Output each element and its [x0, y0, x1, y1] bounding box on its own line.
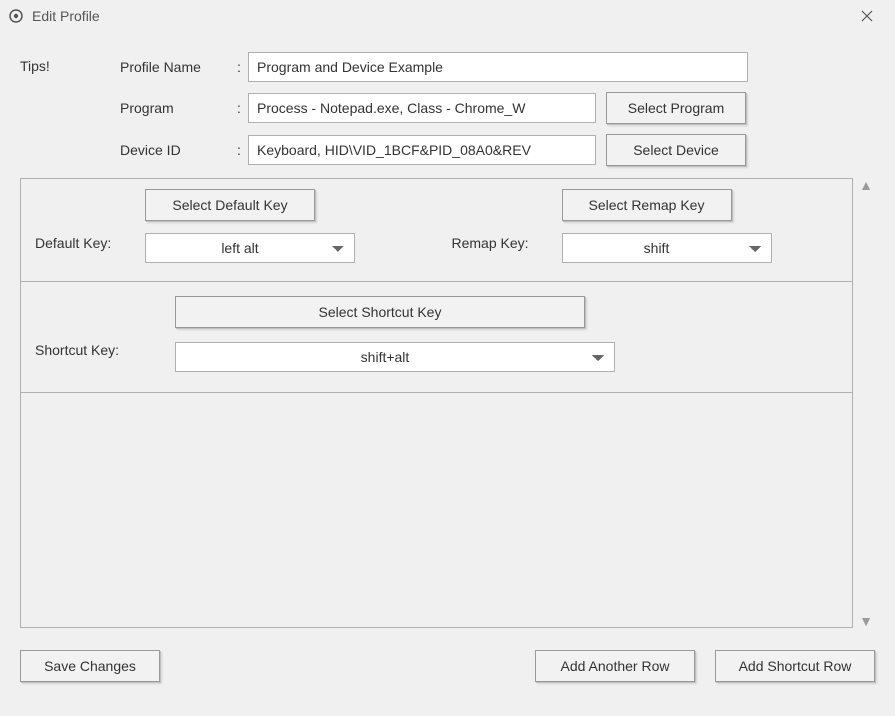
colon: :	[230, 142, 248, 158]
profile-name-input[interactable]	[248, 52, 748, 82]
form-top: Profile Name : Program : Select Program …	[120, 52, 875, 166]
key-row: Default Key: Select Default Key left alt…	[21, 179, 852, 282]
shortcut-row: Shortcut Key: Select Shortcut Key shift+…	[21, 282, 852, 393]
select-default-key-button[interactable]: Select Default Key	[145, 189, 315, 221]
device-id-input[interactable]	[248, 135, 596, 165]
default-key-col: Default Key: Select Default Key left alt	[35, 189, 422, 263]
rows-panel: Default Key: Select Default Key left alt…	[20, 178, 853, 628]
app-icon	[8, 8, 24, 24]
rows-panel-wrap: Default Key: Select Default Key left alt…	[20, 178, 875, 628]
add-another-row-button[interactable]: Add Another Row	[535, 650, 695, 682]
colon: :	[230, 100, 248, 116]
scroll-down-icon[interactable]: ▼	[859, 614, 873, 628]
add-shortcut-row-button[interactable]: Add Shortcut Row	[715, 650, 875, 682]
default-key-label: Default Key:	[35, 201, 145, 251]
select-remap-key-button[interactable]: Select Remap Key	[562, 189, 732, 221]
select-shortcut-key-button[interactable]: Select Shortcut Key	[175, 296, 585, 328]
tips-link[interactable]: Tips!	[20, 58, 50, 74]
profile-name-label: Profile Name	[120, 59, 230, 75]
bottom-bar: Save Changes Add Another Row Add Shortcu…	[20, 650, 875, 682]
scroll-up-icon[interactable]: ▲	[859, 178, 873, 192]
row-profile-name: Profile Name :	[120, 52, 875, 82]
scroll-indicator: ▲ ▼	[853, 178, 875, 628]
remap-key-col: Remap Key: Select Remap Key shift	[452, 189, 839, 263]
colon: :	[230, 59, 248, 75]
device-id-label: Device ID	[120, 142, 230, 158]
row-program: Program : Select Program	[120, 92, 875, 124]
remap-key-label: Remap Key:	[452, 201, 562, 251]
program-label: Program	[120, 100, 230, 116]
select-program-button[interactable]: Select Program	[606, 92, 746, 124]
shortcut-key-label: Shortcut Key:	[35, 310, 175, 358]
program-input[interactable]	[248, 93, 596, 123]
remap-key-select[interactable]: shift	[562, 233, 772, 263]
window-title: Edit Profile	[32, 8, 847, 24]
select-device-button[interactable]: Select Device	[606, 134, 746, 166]
close-button[interactable]	[847, 0, 887, 32]
save-changes-button[interactable]: Save Changes	[20, 650, 160, 682]
row-device-id: Device ID : Select Device	[120, 134, 875, 166]
titlebar: Edit Profile	[0, 0, 895, 32]
shortcut-key-select[interactable]: shift+alt	[175, 342, 615, 372]
default-key-select[interactable]: left alt	[145, 233, 355, 263]
